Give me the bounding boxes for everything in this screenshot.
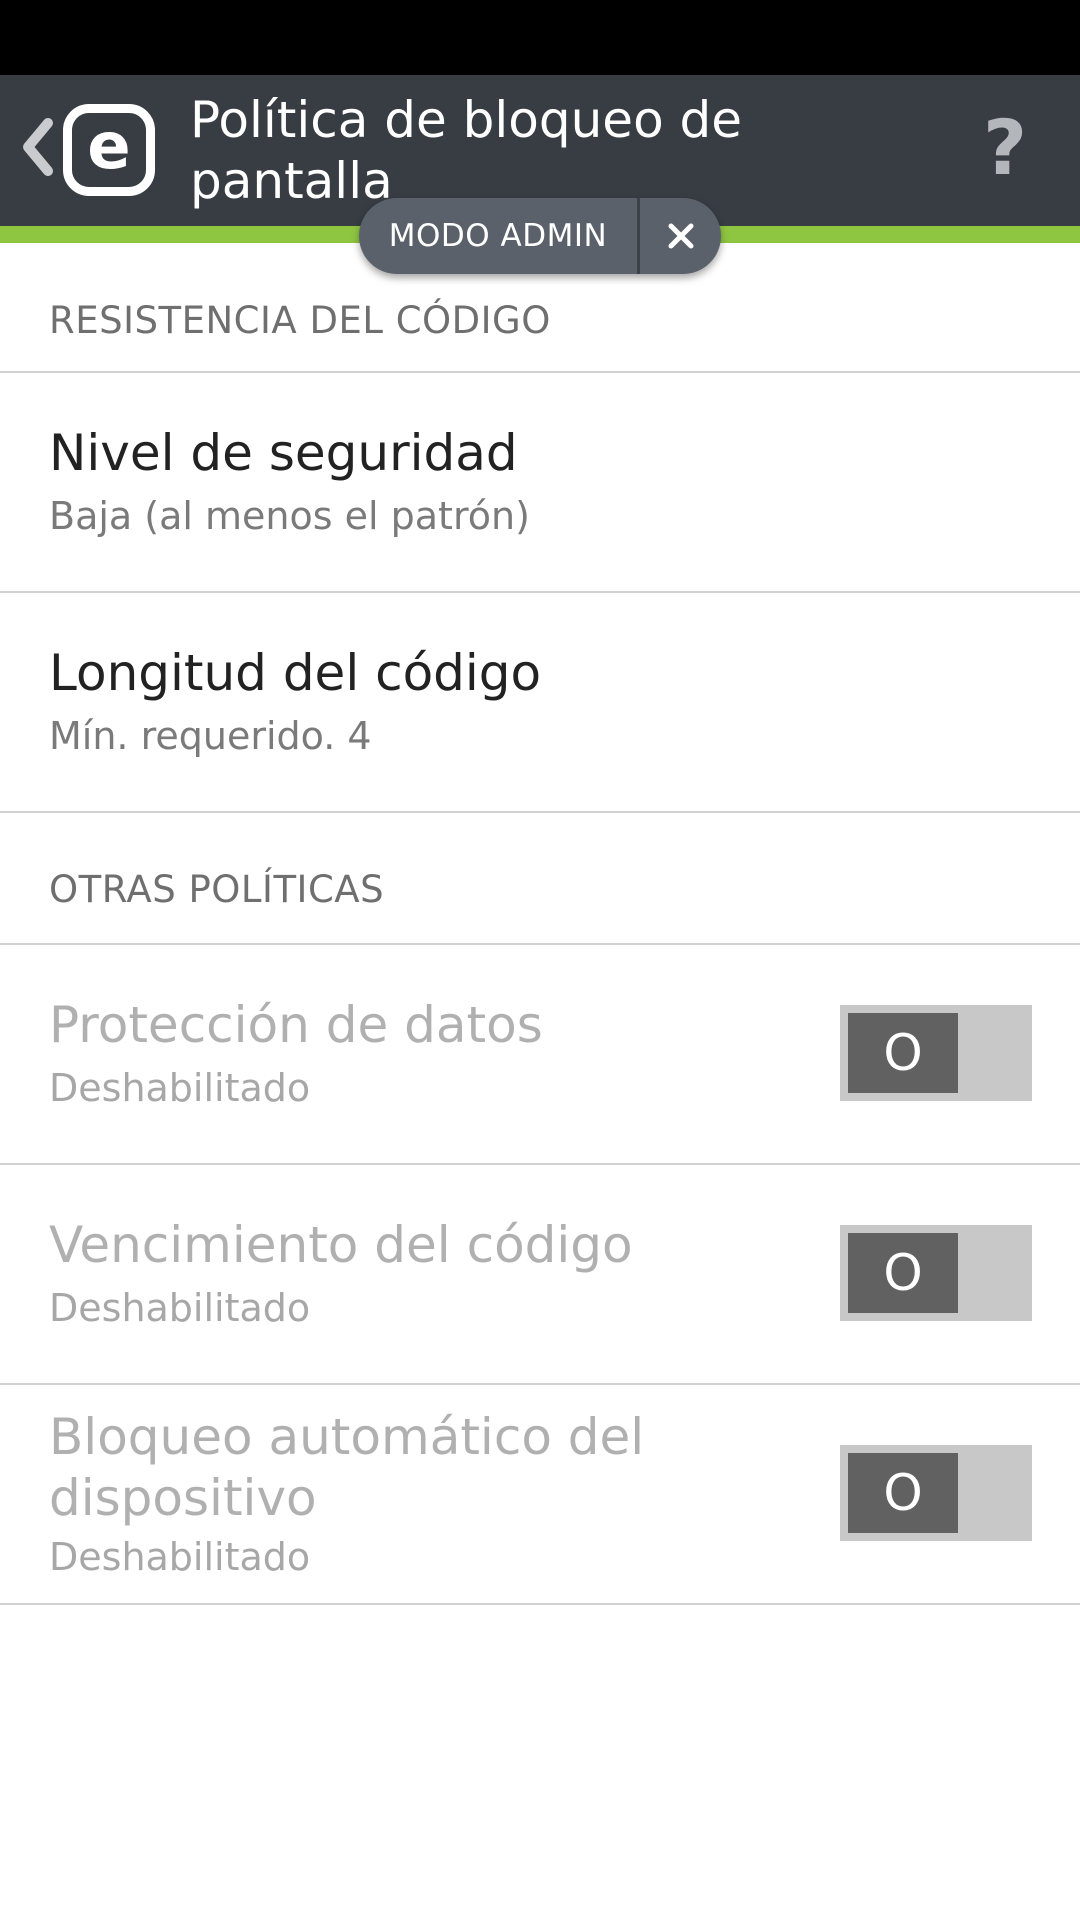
data-protection-toggle[interactable]: O xyxy=(840,1005,1032,1101)
setting-title: Bloqueo automático del dispositivo xyxy=(49,1408,645,1527)
setting-code-expiration[interactable]: Vencimiento del código Deshabilitado O xyxy=(0,1167,1080,1385)
section-header-code-strength: RESISTENCIA DEL CÓDIGO xyxy=(0,243,1080,373)
section-header-other-policies: OTRAS POLÍTICAS xyxy=(0,815,1080,945)
toggle-knob: O xyxy=(848,1233,958,1313)
setting-security-level[interactable]: Nivel de seguridad Baja (al menos el pat… xyxy=(0,375,1080,593)
page-title: Política de bloqueo de pantalla xyxy=(190,91,743,210)
setting-subtitle: Mín. requerido. 4 xyxy=(49,714,372,758)
setting-title: Longitud del código xyxy=(49,644,542,702)
setting-subtitle: Baja (al menos el patrón) xyxy=(49,494,530,538)
setting-code-length[interactable]: Longitud del código Mín. requerido. 4 xyxy=(0,595,1080,813)
toggle-knob: O xyxy=(848,1013,958,1093)
auto-lock-toggle[interactable]: O xyxy=(840,1445,1032,1541)
help-icon[interactable]: ? xyxy=(975,108,1035,188)
setting-auto-lock[interactable]: Bloqueo automático del dispositivo Desha… xyxy=(0,1387,1080,1605)
eset-logo-icon[interactable]: e xyxy=(63,104,155,196)
setting-data-protection[interactable]: Protección de datos Deshabilitado O xyxy=(0,947,1080,1165)
status-bar xyxy=(0,0,1080,75)
code-expiration-toggle[interactable]: O xyxy=(840,1225,1032,1321)
logo-letter: e xyxy=(87,110,131,184)
back-chevron-icon[interactable] xyxy=(20,115,54,179)
toggle-knob: O xyxy=(848,1453,958,1533)
setting-title: Nivel de seguridad xyxy=(49,424,518,482)
